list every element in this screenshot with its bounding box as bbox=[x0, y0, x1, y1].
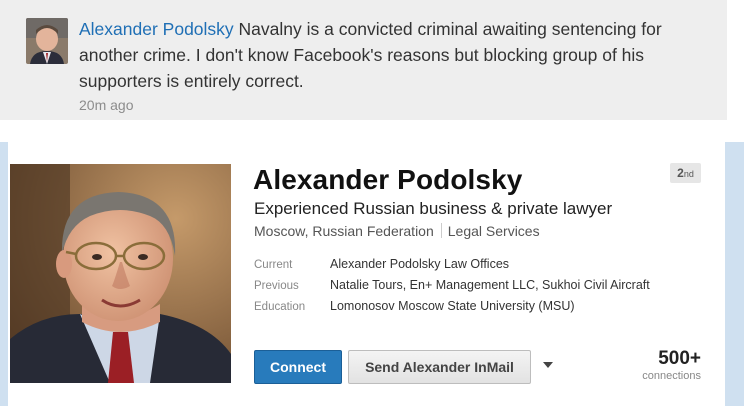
fact-row-current: Current Alexander Podolsky Law Offices bbox=[254, 254, 650, 275]
fact-value[interactable]: Alexander Podolsky Law Offices bbox=[330, 257, 509, 271]
comment-timestamp: 20m ago bbox=[79, 97, 134, 113]
comment-block: Alexander Podolsky Navalny is a convicte… bbox=[0, 0, 727, 120]
connection-degree-badge: 2nd bbox=[670, 163, 701, 183]
connections-count: 500+ bbox=[658, 348, 701, 369]
right-side-strip bbox=[725, 142, 744, 406]
fact-label: Previous bbox=[254, 280, 299, 292]
comment-avatar[interactable] bbox=[26, 18, 68, 64]
profile-location[interactable]: Moscow, Russian Federation bbox=[254, 223, 434, 239]
caret-down-icon bbox=[543, 362, 553, 368]
fact-label: Education bbox=[254, 301, 306, 313]
comment-body: Alexander Podolsky Navalny is a convicte… bbox=[79, 16, 719, 114]
profile-headline: Experienced Russian business & private l… bbox=[254, 199, 613, 218]
separator bbox=[440, 223, 442, 238]
fact-row-education: Education Lomonosov Moscow State Universi… bbox=[254, 296, 650, 317]
send-inmail-button[interactable]: Send Alexander InMail bbox=[348, 350, 531, 384]
location-industry-line: Moscow, Russian Federation Legal Services bbox=[254, 223, 540, 239]
profile-name: Alexander Podolsky bbox=[253, 164, 523, 195]
profile-photo[interactable] bbox=[10, 164, 231, 383]
profile-card: Alexander Podolsky 2nd Experienced Russi… bbox=[8, 142, 725, 406]
fact-row-previous: Previous Natalie Tours, En+ Management LL… bbox=[254, 275, 650, 296]
fact-value[interactable]: Natalie Tours, En+ Management LLC, Sukho… bbox=[330, 278, 650, 292]
connect-button[interactable]: Connect bbox=[254, 350, 342, 384]
profile-facts: Current Alexander Podolsky Law Offices Pr… bbox=[254, 254, 650, 317]
degree-suffix: nd bbox=[683, 169, 694, 179]
comment-author-link[interactable]: Alexander Podolsky bbox=[79, 19, 234, 39]
left-side-strip bbox=[0, 142, 8, 406]
degree-number: 2 bbox=[677, 166, 684, 180]
connections-label: connections bbox=[642, 370, 701, 382]
more-actions-dropdown[interactable] bbox=[538, 356, 558, 378]
fact-label: Current bbox=[254, 259, 293, 271]
fact-value[interactable]: Lomonosov Moscow State University (MSU) bbox=[330, 299, 575, 313]
profile-industry[interactable]: Legal Services bbox=[448, 223, 540, 239]
